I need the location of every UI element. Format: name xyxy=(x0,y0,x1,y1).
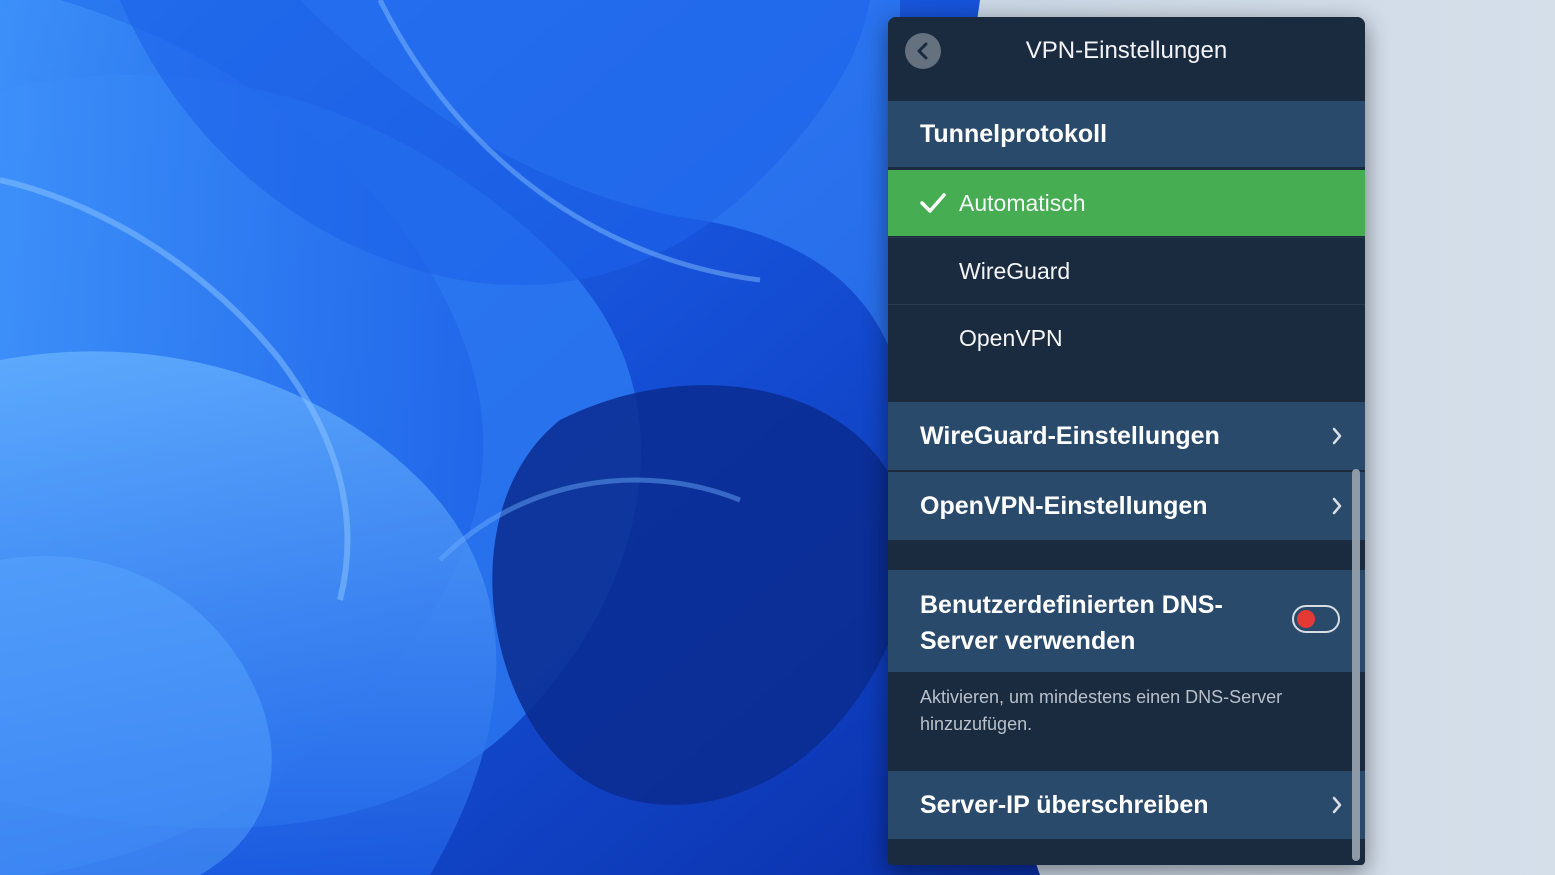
chevron-right-icon xyxy=(1332,796,1342,814)
override-server-ip-row[interactable]: Server-IP überschreiben xyxy=(888,771,1365,839)
tunnel-protocol-heading: Tunnelprotokoll xyxy=(888,101,1365,167)
toggle-knob xyxy=(1297,610,1315,628)
protocol-option-automatic[interactable]: Automatisch xyxy=(888,170,1365,236)
row-divider xyxy=(888,470,1365,471)
custom-dns-toggle[interactable] xyxy=(1292,605,1340,633)
openvpn-settings-label: OpenVPN-Einstellungen xyxy=(920,491,1208,520)
protocol-option-label: Automatisch xyxy=(959,189,1086,216)
protocol-option-label: OpenVPN xyxy=(959,324,1063,351)
custom-dns-row: Benutzerdefinierten DNS-Server verwenden xyxy=(888,570,1365,672)
chevron-right-icon xyxy=(1332,427,1342,445)
openvpn-settings-row[interactable]: OpenVPN-Einstellungen xyxy=(888,472,1365,540)
panel-header: VPN-Einstellungen xyxy=(888,17,1365,101)
wireguard-settings-row[interactable]: WireGuard-Einstellungen xyxy=(888,402,1365,470)
checkmark-icon xyxy=(920,193,946,213)
protocol-option-openvpn[interactable]: OpenVPN xyxy=(888,304,1365,371)
chevron-right-icon xyxy=(1332,497,1342,515)
tunnel-protocol-heading-label: Tunnelprotokoll xyxy=(920,119,1108,148)
protocol-option-wireguard[interactable]: WireGuard xyxy=(888,237,1365,304)
custom-dns-label: Benutzerdefinierten DNS-Server verwenden xyxy=(920,591,1223,655)
override-server-ip-label: Server-IP überschreiben xyxy=(920,790,1209,819)
protocol-option-label: WireGuard xyxy=(959,257,1071,284)
scrollbar[interactable] xyxy=(1352,469,1360,861)
panel-title: VPN-Einstellungen xyxy=(1025,37,1228,64)
custom-dns-hint: Aktivieren, um mindestens einen DNS-Serv… xyxy=(920,687,1283,734)
wireguard-settings-label: WireGuard-Einstellungen xyxy=(920,421,1220,450)
vpn-settings-panel: VPN-Einstellungen Tunnelprotokoll Automa… xyxy=(888,17,1365,865)
